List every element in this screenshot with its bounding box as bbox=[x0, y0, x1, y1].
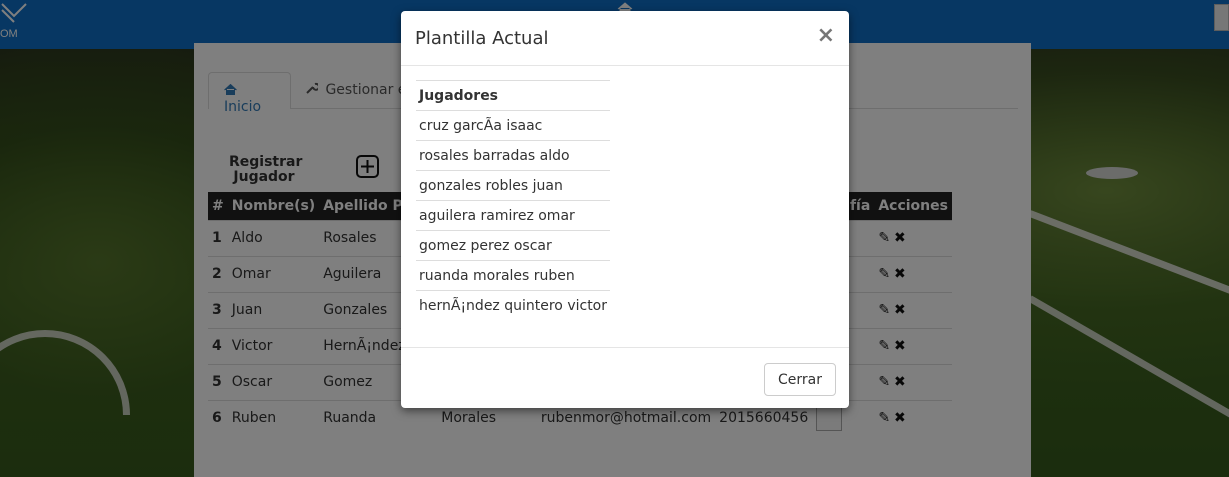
roster-header: Jugadores bbox=[416, 80, 611, 111]
close-icon[interactable]: × bbox=[817, 25, 835, 47]
modal-header: Plantilla Actual × bbox=[401, 11, 849, 66]
roster-item: hernÃ¡ndez quintero victor bbox=[416, 290, 611, 321]
roster-item: gomez perez oscar bbox=[416, 230, 611, 261]
roster-item: rosales barradas aldo bbox=[416, 140, 611, 171]
roster-item: gonzales robles juan bbox=[416, 170, 611, 201]
modal-footer: Cerrar bbox=[401, 347, 849, 408]
roster-table: Jugadores cruz garcÃa isaac rosales barr… bbox=[416, 80, 611, 321]
modal-body: Jugadores cruz garcÃa isaac rosales barr… bbox=[416, 80, 611, 321]
close-button[interactable]: Cerrar bbox=[764, 363, 836, 396]
roster-item: cruz garcÃa isaac bbox=[416, 110, 611, 141]
roster-item: ruanda morales ruben bbox=[416, 260, 611, 291]
roster-modal: Plantilla Actual × Jugadores cruz garcÃa… bbox=[401, 11, 849, 408]
roster-item: aguilera ramirez omar bbox=[416, 200, 611, 231]
modal-title: Plantilla Actual bbox=[415, 28, 549, 49]
